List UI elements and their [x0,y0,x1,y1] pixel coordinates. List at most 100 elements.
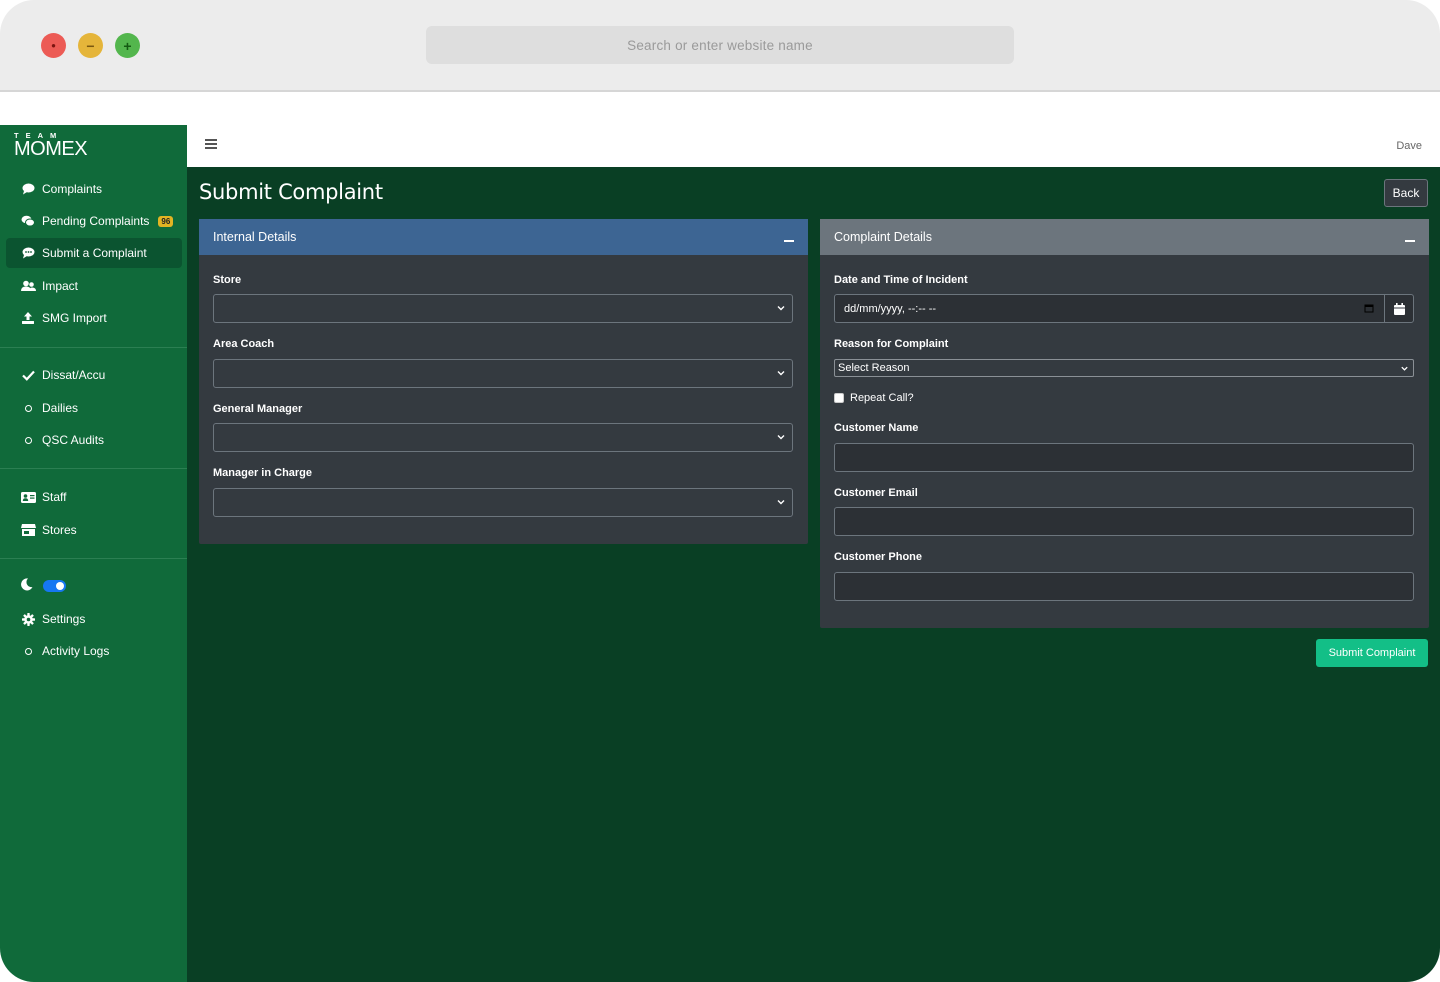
sidebar-item-activity-logs[interactable]: Activity Logs [6,636,182,666]
date-time-label: Date and Time of Incident [834,274,968,286]
page-title: Submit Complaint [199,180,383,204]
close-dot-icon: ● [51,40,56,50]
id-card-icon [20,491,36,503]
repeat-call-row: Repeat Call? [834,392,914,404]
reason-label: Reason for Complaint [834,338,949,350]
chevron-down-icon [1401,366,1408,371]
manager-in-charge-label: Manager in Charge [213,467,313,479]
upload-icon [20,312,36,324]
back-button[interactable]: Back [1384,179,1428,207]
sidebar-item-label: Dailies [42,401,79,415]
check-icon [20,370,36,381]
sidebar-item-pending-complaints[interactable]: Pending Complaints 96 [6,206,182,236]
collapse-icon[interactable] [784,240,794,242]
chevron-down-icon [777,500,785,505]
customer-email-label: Customer Email [834,487,918,499]
maximize-icon: + [123,37,132,54]
sidebar: TEAM MOMEX Complaints Pending Complaints… [0,125,187,982]
area-coach-select[interactable] [213,359,793,388]
maximize-window-button[interactable]: + [115,33,140,58]
circle-icon [20,404,36,412]
internal-details-title: Internal Details [213,230,297,244]
internal-details-header: Internal Details [199,219,808,255]
internal-details-card: Internal Details Store Area Coach Genera… [199,219,808,544]
comment-dots-icon [20,247,36,259]
repeat-call-checkbox[interactable] [834,393,844,403]
date-time-value: dd/mm/yyyy, --:-- -- [844,302,937,315]
sidebar-item-label: SMG Import [42,311,107,325]
calendar-small-icon[interactable] [1364,303,1374,313]
user-name[interactable]: Dave [1396,140,1422,152]
date-time-field[interactable]: dd/mm/yyyy, --:-- -- [834,294,1414,323]
complaint-details-title: Complaint Details [834,230,932,244]
sidebar-divider [0,558,187,559]
sidebar-item-label: Impact [42,279,79,293]
complaint-details-header: Complaint Details [820,219,1429,255]
sidebar-item-dailies[interactable]: Dailies [6,393,182,423]
sidebar-item-qsc-audits[interactable]: QSC Audits [6,425,182,455]
comment-icon [20,183,36,195]
reason-selected-value: Select Reason [838,362,910,374]
sidebar-item-stores[interactable]: Stores [6,515,182,545]
main-content: Submit Complaint Back Internal Details S… [187,167,1440,982]
calendar-button[interactable] [1384,295,1413,322]
sidebar-divider [0,468,187,469]
sidebar-item-label: Staff [42,490,67,504]
close-window-button[interactable]: ● [41,33,66,58]
customer-name-label: Customer Name [834,422,919,434]
sidebar-item-label: Stores [42,523,77,537]
brand-logo[interactable]: TEAM MOMEX [14,131,174,161]
customer-phone-input[interactable] [834,572,1414,601]
sidebar-item-label: Settings [42,612,86,626]
sidebar-item-label: Submit a Complaint [42,246,147,260]
sidebar-item-label: Pending Complaints [42,214,150,228]
gear-icon [20,612,36,626]
topbar: Dave [187,125,1440,167]
repeat-call-label: Repeat Call? [850,392,914,404]
submit-complaint-button[interactable]: Submit Complaint [1316,639,1428,667]
general-manager-select[interactable] [213,423,793,452]
customer-email-input[interactable] [834,507,1414,536]
sidebar-item-submit-complaint[interactable]: Submit a Complaint [6,238,182,268]
store-label: Store [213,274,242,286]
sidebar-item-label: QSC Audits [42,433,105,447]
sidebar-item-smg-import[interactable]: SMG Import [6,303,182,333]
complaint-details-card: Complaint Details Date and Time of Incid… [820,219,1429,628]
manager-in-charge-select[interactable] [213,488,793,517]
dark-mode-toggle-row [20,578,66,594]
sidebar-divider [0,347,187,348]
area-coach-label: Area Coach [213,338,275,350]
sidebar-item-complaints[interactable]: Complaints [6,174,182,204]
circle-icon [20,436,36,444]
sidebar-item-impact[interactable]: Impact [6,271,182,301]
customer-phone-label: Customer Phone [834,551,923,563]
browser-window: ● − + Search or enter website name TEAM … [0,0,1440,982]
minimize-window-button[interactable]: − [78,33,103,58]
sidebar-item-dissat-accu[interactable]: Dissat/Accu [6,360,182,390]
menu-toggle-icon[interactable] [205,139,217,149]
sidebar-item-settings[interactable]: Settings [6,604,182,634]
chevron-down-icon [777,306,785,311]
reason-select[interactable]: Select Reason [834,359,1414,377]
comments-icon [20,215,36,227]
sidebar-item-staff[interactable]: Staff [6,482,182,512]
browser-chrome: ● − + Search or enter website name [0,0,1440,92]
minimize-icon: − [86,37,95,54]
collapse-icon[interactable] [1405,240,1415,242]
sidebar-item-label: Dissat/Accu [42,368,106,382]
store-select[interactable] [213,294,793,323]
sidebar-item-label: Activity Logs [42,644,110,658]
chevron-down-icon [777,371,785,376]
pending-count-badge: 96 [158,215,174,227]
app: TEAM MOMEX Complaints Pending Complaints… [0,125,1440,982]
general-manager-label: General Manager [213,403,303,415]
calendar-icon [1393,302,1405,315]
store-icon [20,524,36,536]
dark-mode-toggle[interactable] [43,580,66,592]
sidebar-item-label: Complaints [42,182,103,196]
customer-name-input[interactable] [834,443,1414,472]
users-icon [20,280,36,292]
moon-icon [20,578,33,594]
brand-main-text: MOMEX [14,138,88,160]
address-bar[interactable]: Search or enter website name [426,26,1014,64]
